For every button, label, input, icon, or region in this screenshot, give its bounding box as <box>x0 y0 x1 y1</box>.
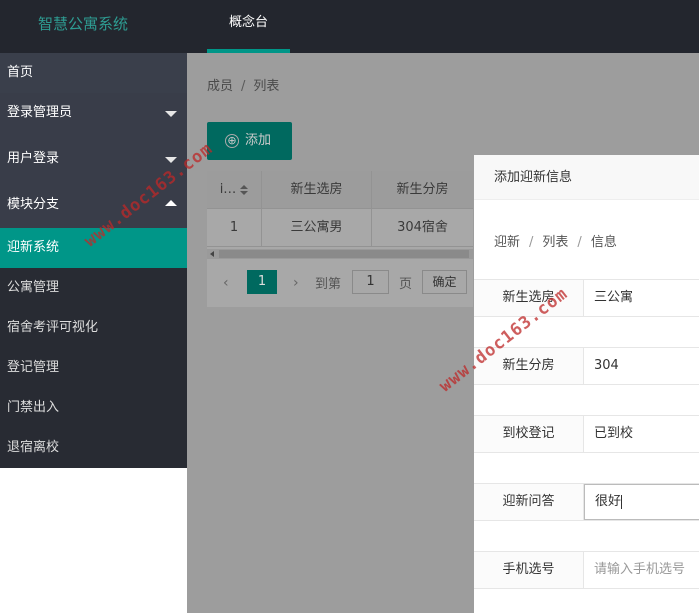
qa-input[interactable]: 很好 <box>584 484 699 520</box>
sidebar-item-access-control[interactable]: 门禁出入 <box>0 388 187 428</box>
sidebar-item-welcome-system[interactable]: 迎新系统 <box>0 228 187 268</box>
chevron-up-icon <box>165 200 177 206</box>
table-cell: 304宿舍 <box>372 209 473 247</box>
phone-input[interactable]: 请输入手机选号 <box>584 552 699 588</box>
table-header: 新生选房 <box>262 171 372 209</box>
page-input[interactable]: 1 <box>352 270 389 294</box>
field-label: 新生分房 <box>474 348 584 384</box>
field-label: 迎新问答 <box>474 484 584 520</box>
sidebar-item-registration[interactable]: 登记管理 <box>0 348 187 388</box>
form-row-room-assign: 新生分房 304 <box>474 347 699 385</box>
field-label: 到校登记 <box>474 416 584 452</box>
breadcrumb-item: 列表 <box>253 79 280 94</box>
sidebar-item-apartment[interactable]: 公寓管理 <box>0 268 187 308</box>
app-title: 智慧公寓系统 <box>38 15 129 33</box>
page-unit-label: 页 <box>399 277 413 292</box>
breadcrumb-item[interactable]: 成员 <box>207 79 233 94</box>
breadcrumb-item[interactable]: 列表 <box>542 235 568 250</box>
goto-label: 到第 <box>315 277 342 292</box>
table-header-row: i… 新生选房 新生分房 <box>207 171 473 209</box>
confirm-page-button[interactable]: 确定 <box>422 270 467 294</box>
form-row-phone: 手机选号 请输入手机选号 <box>474 551 699 589</box>
room-select-input[interactable]: 三公寓 <box>584 280 699 316</box>
add-button[interactable]: ⊕ 添加 <box>207 122 292 160</box>
tab-console[interactable]: 概念台 <box>207 0 290 53</box>
breadcrumb-item: 信息 <box>590 235 617 250</box>
prev-page-icon[interactable]: ‹ <box>223 275 229 291</box>
next-page-icon[interactable]: › <box>293 275 299 291</box>
table-cell: 1 <box>207 209 262 247</box>
breadcrumb: 成员 / 列表 <box>207 79 280 94</box>
form-row-qa: 迎新问答 很好 <box>474 483 699 521</box>
field-label: 手机选号 <box>474 552 584 588</box>
sidebar-item-modules[interactable]: 模块分支 <box>0 185 187 225</box>
pagination: ‹ 1 › 到第 1 页 确定 <box>207 267 473 297</box>
sidebar-item-user-login[interactable]: 用户登录 <box>0 139 187 179</box>
table-header: 新生分房 <box>372 171 473 209</box>
breadcrumb-item[interactable]: 迎新 <box>494 235 520 250</box>
sort-icon[interactable] <box>240 184 249 195</box>
table-header-id[interactable]: i… <box>207 171 262 209</box>
plus-circle-icon: ⊕ <box>225 134 239 148</box>
sidebar-item-dorm-review[interactable]: 宿舍考评可视化 <box>0 308 187 348</box>
panel-breadcrumb: 迎新 / 列表 / 信息 <box>494 235 617 250</box>
sidebar-item-checkout[interactable]: 退宿离校 <box>0 428 187 468</box>
table-row[interactable]: 1 三公寓男 304宿舍 <box>207 209 473 247</box>
room-assign-input[interactable]: 304 <box>584 348 699 384</box>
field-label: 新生选房 <box>474 280 584 316</box>
horizontal-scrollbar[interactable] <box>207 249 473 259</box>
current-page[interactable]: 1 <box>247 270 277 294</box>
panel-title: 添加迎新信息 <box>474 155 699 200</box>
text-cursor <box>621 494 623 509</box>
table-cell: 三公寓男 <box>262 209 372 247</box>
data-table: i… 新生选房 新生分房 1 三公寓男 304宿舍 ‹ 1 › 到第 1 页 确… <box>207 171 473 307</box>
sidebar-item-home[interactable]: 首页 <box>0 53 187 93</box>
arrival-input[interactable]: 已到校 <box>584 416 699 452</box>
form-row-room-select: 新生选房 三公寓 <box>474 279 699 317</box>
form-row-arrival: 到校登记 已到校 <box>474 415 699 453</box>
top-bar: 智慧公寓系统 概念台 <box>0 0 699 53</box>
sidebar: 首页 登录管理员 用户登录 模块分支 迎新系统 公寓管理 宿舍考评可视化 登记管… <box>0 53 187 468</box>
scroll-left-icon[interactable] <box>210 251 214 257</box>
sidebar-item-admin-login[interactable]: 登录管理员 <box>0 93 187 133</box>
chevron-down-icon <box>165 157 177 163</box>
add-welcome-panel: 添加迎新信息 迎新 / 列表 / 信息 新生选房 三公寓 新生分房 304 到校登记 已… <box>474 155 699 613</box>
chevron-down-icon <box>165 111 177 117</box>
scroll-thumb[interactable] <box>219 250 469 258</box>
